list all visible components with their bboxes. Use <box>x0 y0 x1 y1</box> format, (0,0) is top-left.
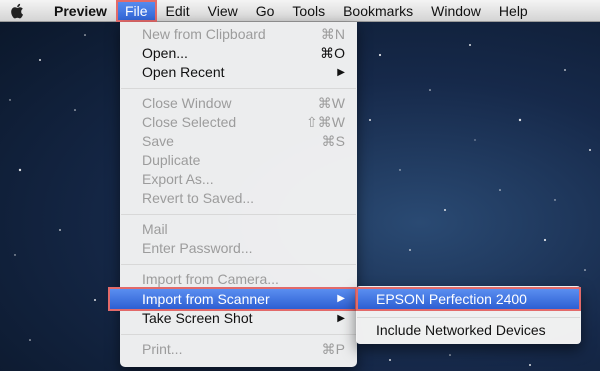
menu-item-open-recent[interactable]: Open Recent ▶ <box>120 63 357 82</box>
scanner-submenu: EPSON Perfection 2400 Include Networked … <box>356 286 581 344</box>
menu-separator <box>121 334 356 335</box>
menu-item-take-screen-shot[interactable]: Take Screen Shot ▶ <box>120 309 357 328</box>
menu-item-new-from-clipboard[interactable]: New from Clipboard ⌘N <box>120 25 357 44</box>
menu-separator <box>357 317 580 318</box>
submenu-item-include-networked-devices[interactable]: Include Networked Devices <box>356 321 581 340</box>
menu-item-label: New from Clipboard <box>142 26 266 42</box>
menu-edit[interactable]: Edit <box>157 0 199 22</box>
shortcut-label: ⌘W <box>317 95 345 111</box>
menu-item-revert-to-saved[interactable]: Revert to Saved... <box>120 189 357 208</box>
menu-app-preview[interactable]: Preview <box>34 0 116 22</box>
menu-item-label: Open Recent <box>142 64 225 80</box>
menu-item-import-from-scanner[interactable]: Import from Scanner ▶ <box>108 287 357 311</box>
menu-item-close-window[interactable]: Close Window ⌘W <box>120 94 357 113</box>
menu-bookmarks[interactable]: Bookmarks <box>334 0 422 22</box>
menu-tools[interactable]: Tools <box>283 0 334 22</box>
menu-item-mail[interactable]: Mail <box>120 220 357 239</box>
menu-bar: Preview File Edit View Go Tools Bookmark… <box>0 0 600 22</box>
menu-item-duplicate[interactable]: Duplicate <box>120 151 357 170</box>
submenu-arrow-icon: ▶ <box>337 313 345 324</box>
menu-item-label: Import from Camera... <box>142 271 279 287</box>
menu-item-label: Export As... <box>142 171 214 187</box>
menu-item-print[interactable]: Print... ⌘P <box>120 340 357 359</box>
menu-item-label: Close Window <box>142 95 232 111</box>
menu-file[interactable]: File <box>115 0 157 22</box>
shortcut-label: ⌘N <box>320 26 345 42</box>
menu-item-label: Revert to Saved... <box>142 190 255 206</box>
menu-item-label: Enter Password... <box>142 240 253 256</box>
shortcut-label: ⌘P <box>321 341 345 357</box>
shortcut-label: ⇧⌘W <box>306 114 345 130</box>
menu-item-open[interactable]: Open... ⌘O <box>120 44 357 63</box>
menu-item-label: Open... <box>142 45 188 61</box>
apple-menu-icon[interactable] <box>0 0 34 22</box>
menu-go[interactable]: Go <box>247 0 284 22</box>
menu-item-label: Duplicate <box>142 152 201 168</box>
menu-item-label: Save <box>142 133 174 149</box>
menu-item-enter-password[interactable]: Enter Password... <box>120 239 357 258</box>
menu-item-label: Print... <box>142 341 183 357</box>
submenu-arrow-icon: ▶ <box>337 67 345 78</box>
menu-separator <box>121 88 356 89</box>
menu-help[interactable]: Help <box>490 0 537 22</box>
menu-item-close-selected[interactable]: Close Selected ⇧⌘W <box>120 113 357 132</box>
menu-item-label: Take Screen Shot <box>142 310 253 326</box>
file-menu-dropdown: New from Clipboard ⌘N Open... ⌘O Open Re… <box>120 22 357 367</box>
shortcut-label: ⌘O <box>320 45 345 61</box>
menu-item-save[interactable]: Save ⌘S <box>120 132 357 151</box>
shortcut-label: ⌘S <box>321 133 345 149</box>
menu-item-export-as[interactable]: Export As... <box>120 170 357 189</box>
menu-item-label: Import from Scanner <box>142 291 270 307</box>
menu-separator <box>121 264 356 265</box>
menu-separator <box>121 214 356 215</box>
menu-view[interactable]: View <box>199 0 247 22</box>
menu-window[interactable]: Window <box>422 0 490 22</box>
submenu-item-epson-perfection-2400[interactable]: EPSON Perfection 2400 <box>356 287 581 311</box>
menu-item-label: Mail <box>142 221 168 237</box>
submenu-arrow-icon: ▶ <box>337 293 345 304</box>
menu-item-label: Close Selected <box>142 114 237 130</box>
